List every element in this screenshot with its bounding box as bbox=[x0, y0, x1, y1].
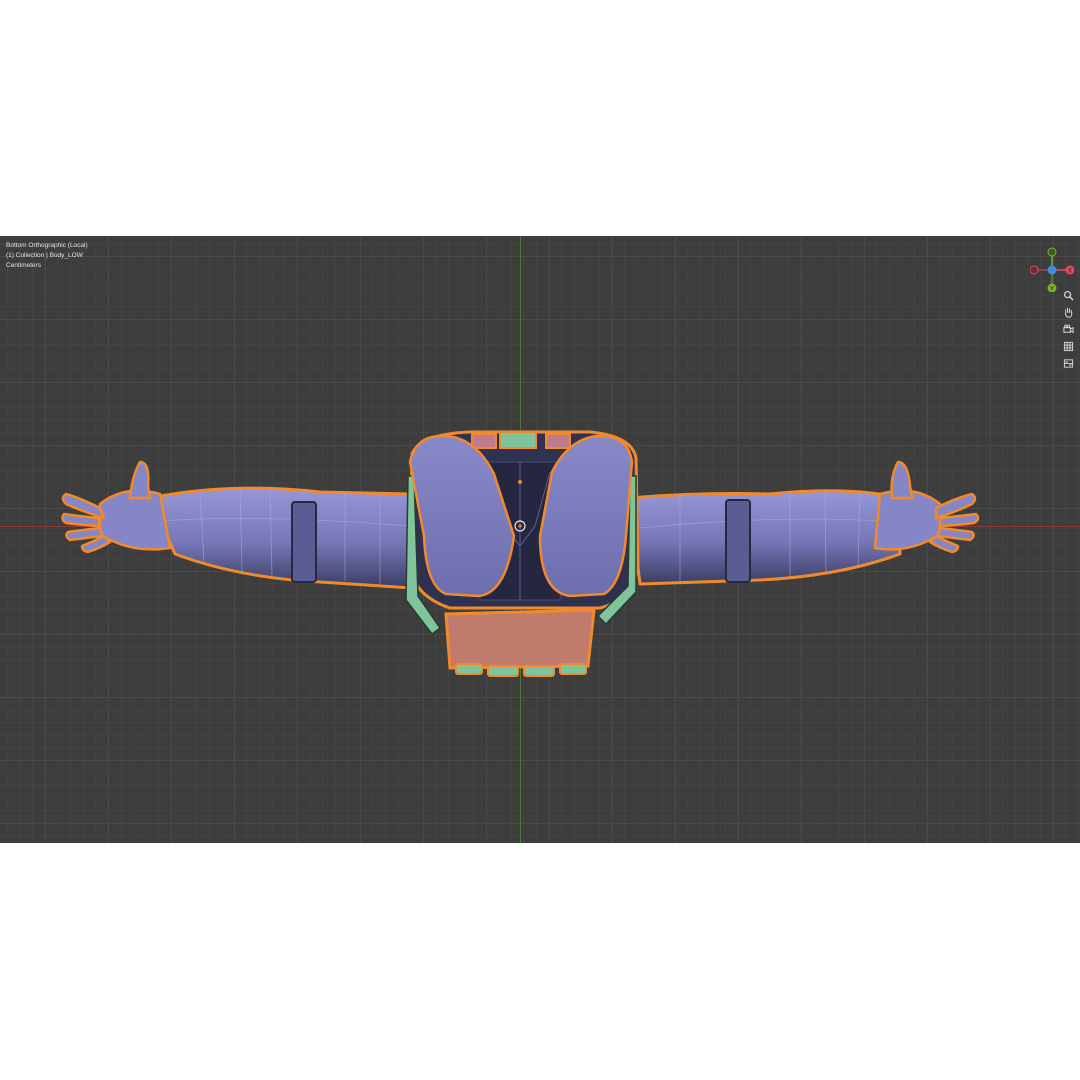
pouch bbox=[444, 608, 596, 677]
left-arm bbox=[148, 486, 414, 590]
right-hand bbox=[873, 460, 980, 554]
3d-viewport[interactable]: Bottom Orthographic (Local) (1) Collecti… bbox=[0, 236, 1080, 843]
left-hand bbox=[61, 460, 172, 554]
character-mesh[interactable] bbox=[0, 236, 1080, 843]
right-arm bbox=[628, 489, 902, 586]
top-buckles bbox=[471, 431, 571, 449]
